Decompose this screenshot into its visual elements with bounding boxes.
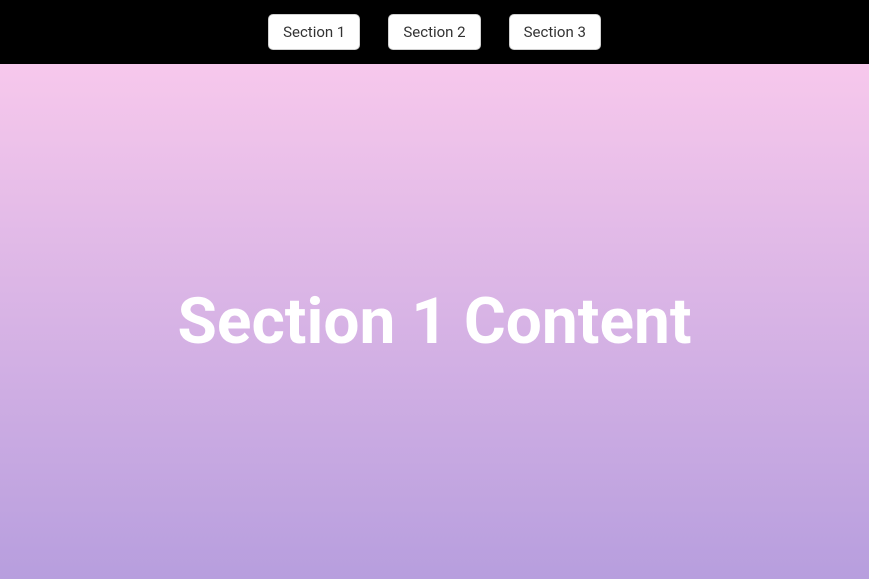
nav-button-section-1[interactable]: Section 1 <box>268 14 360 50</box>
content-section: Section 1 Content <box>0 64 869 579</box>
nav-button-section-2[interactable]: Section 2 <box>388 14 480 50</box>
nav-bar: Section 1 Section 2 Section 3 <box>0 0 869 64</box>
section-heading: Section 1 Content <box>177 284 691 359</box>
nav-button-section-3[interactable]: Section 3 <box>509 14 601 50</box>
